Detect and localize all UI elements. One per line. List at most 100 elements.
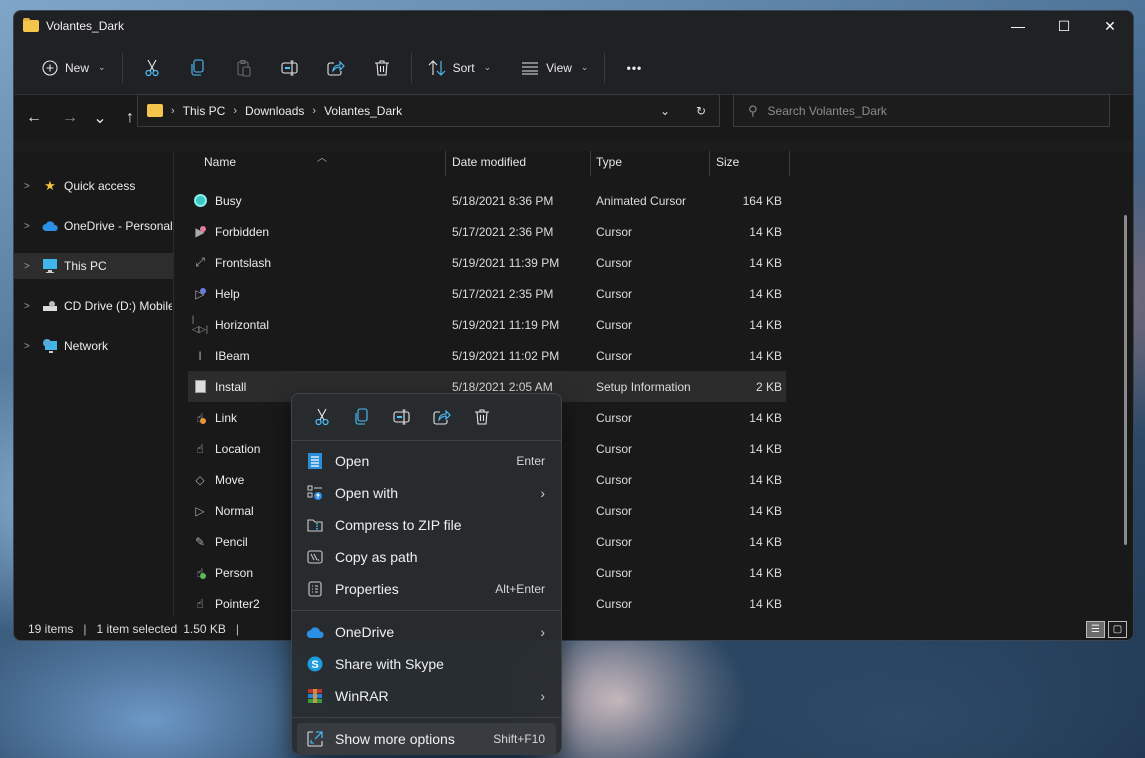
- column-header-size[interactable]: Size: [716, 155, 739, 169]
- breadcrumb-this-pc[interactable]: This PC: [183, 104, 226, 118]
- context-item-properties[interactable]: Properties Alt+Enter: [292, 573, 561, 605]
- paste-button[interactable]: [221, 50, 267, 86]
- sidebar-item-label: CD Drive (D:) Mobile: [64, 299, 172, 313]
- rename-icon: [281, 59, 298, 76]
- context-item-open[interactable]: Open Enter: [292, 445, 561, 477]
- sidebar-item-onedrive-personal[interactable]: > OneDrive - Personal: [14, 213, 173, 239]
- file-name: Frontslash: [215, 255, 272, 270]
- window-title: Volantes_Dark: [46, 19, 125, 33]
- file-type: Cursor: [596, 255, 633, 270]
- setup-file-icon: [193, 380, 207, 394]
- details-view-button[interactable]: ☰: [1086, 621, 1105, 638]
- vertical-scrollbar[interactable]: [1124, 215, 1127, 545]
- breadcrumb-separator[interactable]: ›: [312, 105, 316, 117]
- breadcrumb-separator[interactable]: ›: [171, 105, 175, 117]
- large-icons-view-icon: ▢: [1112, 624, 1123, 635]
- context-menu: Open Enter Open with › Compress to ZIP file C…: [291, 393, 562, 755]
- large-icons-view-button[interactable]: ▢: [1108, 621, 1127, 638]
- file-size: 14 KB: [749, 224, 782, 239]
- chevron-right-icon[interactable]: >: [24, 301, 42, 312]
- context-item-share-with-skype[interactable]: S Share with Skype: [292, 648, 561, 680]
- toolbar-divider: [410, 52, 412, 83]
- status-divider: |: [83, 621, 87, 636]
- refresh-icon[interactable]: ↻: [683, 104, 719, 118]
- location-cursor-icon: ☝: [196, 441, 204, 456]
- see-more-button[interactable]: •••: [611, 50, 657, 86]
- context-divider: [292, 717, 561, 718]
- file-row[interactable]: ⤢ Frontslash 5/19/2021 11:39 PM Cursor 14 KB: [188, 247, 786, 278]
- copy-path-icon: [306, 548, 324, 566]
- sidebar-item-cd-drive-d-mobile[interactable]: > CD Drive (D:) Mobile: [14, 293, 173, 319]
- column-divider[interactable]: [789, 151, 790, 176]
- context-copy-button[interactable]: [342, 401, 382, 433]
- maximize-button[interactable]: ☐: [1041, 11, 1087, 41]
- context-item-shortcut: Enter: [516, 454, 545, 468]
- recent-locations-button[interactable]: ⌄: [85, 103, 115, 133]
- back-button[interactable]: ←: [19, 103, 49, 133]
- chevron-down-icon: ⌄: [93, 110, 107, 127]
- column-divider[interactable]: [709, 151, 710, 176]
- chevron-right-icon[interactable]: >: [24, 181, 42, 192]
- sort-icon: [428, 59, 445, 76]
- file-row[interactable]: I IBeam 5/19/2021 11:02 PM Cursor 14 KB: [188, 340, 786, 371]
- address-history-chevron-icon[interactable]: ⌄: [647, 104, 683, 118]
- file-size: 14 KB: [749, 348, 782, 363]
- context-share-button[interactable]: [422, 401, 462, 433]
- forward-button[interactable]: →: [55, 103, 85, 133]
- file-name: Busy: [215, 193, 242, 208]
- context-item-open-with[interactable]: Open with ›: [292, 477, 561, 509]
- file-size: 14 KB: [749, 565, 782, 580]
- file-size: 14 KB: [749, 534, 782, 549]
- context-item-show-more-options[interactable]: Show more options Shift+F10: [297, 723, 556, 755]
- column-divider[interactable]: [445, 151, 446, 176]
- context-rename-button[interactable]: [382, 401, 422, 433]
- chevron-right-icon[interactable]: >: [24, 341, 42, 352]
- context-item-winrar[interactable]: WinRAR ›: [292, 680, 561, 712]
- context-item-copy-as-path[interactable]: Copy as path: [292, 541, 561, 573]
- sidebar-item-this-pc[interactable]: > This PC: [14, 253, 173, 279]
- share-button[interactable]: [313, 50, 359, 86]
- file-type: Cursor: [596, 286, 633, 301]
- rename-button[interactable]: [267, 50, 313, 86]
- close-button[interactable]: ✕: [1087, 11, 1133, 41]
- view-button[interactable]: View ⌄: [511, 50, 598, 86]
- cut-button[interactable]: [129, 50, 175, 86]
- file-row[interactable]: |◁▷| Horizontal 5/19/2021 11:19 PM Cursor 14…: [188, 309, 786, 340]
- column-header-date[interactable]: Date modified: [452, 155, 526, 169]
- breadcrumb-separator[interactable]: ›: [233, 105, 237, 117]
- toolbar-divider: [121, 52, 123, 83]
- minimize-button[interactable]: —: [995, 11, 1041, 41]
- chevron-right-icon[interactable]: >: [24, 221, 42, 232]
- delete-button[interactable]: [359, 50, 405, 86]
- sidebar-item-network[interactable]: > Network: [14, 333, 173, 359]
- address-bar[interactable]: › This PC › Downloads › Volantes_Dark ⌄ …: [137, 94, 720, 127]
- file-row[interactable]: ▷ Help 5/17/2021 2:35 PM Cursor 14 KB: [188, 278, 786, 309]
- sort-button[interactable]: Sort ⌄: [418, 50, 502, 86]
- onedrive-icon: [306, 623, 324, 641]
- context-quick-actions: [292, 394, 561, 441]
- folder-icon: [147, 104, 163, 117]
- search-input[interactable]: [767, 103, 1088, 118]
- chevron-right-icon[interactable]: >: [24, 261, 42, 272]
- sidebar-item-quick-access[interactable]: > ★ Quick access: [14, 173, 173, 199]
- breadcrumb-downloads[interactable]: Downloads: [245, 104, 304, 118]
- new-button[interactable]: New ⌄: [32, 50, 116, 86]
- context-item-compress-to-zip-file[interactable]: Compress to ZIP file: [292, 509, 561, 541]
- copy-button[interactable]: [175, 50, 221, 86]
- arrow-up-icon: ↑: [126, 109, 134, 126]
- context-delete-button[interactable]: [462, 401, 502, 433]
- status-bar: 19 items | 1 item selected 1.50 KB | ☰ ▢: [14, 617, 1133, 640]
- context-item-onedrive[interactable]: OneDrive ›: [292, 616, 561, 648]
- file-row[interactable]: ▶ Forbidden 5/17/2021 2:36 PM Cursor 14 KB: [188, 216, 786, 247]
- person-cursor-icon: ☝: [193, 566, 207, 580]
- context-cut-button[interactable]: [302, 401, 342, 433]
- context-item-label: Open with: [335, 485, 399, 501]
- search-box[interactable]: ⚲: [733, 94, 1110, 127]
- breadcrumb-volantes-dark[interactable]: Volantes_Dark: [324, 104, 402, 118]
- column-divider[interactable]: [590, 151, 591, 176]
- column-header-type[interactable]: Type: [596, 155, 622, 169]
- file-date: 5/19/2021 11:39 PM: [452, 255, 560, 270]
- column-header-name[interactable]: Name: [204, 155, 236, 169]
- file-row[interactable]: Busy 5/18/2021 8:36 PM Animated Cursor 164 …: [188, 185, 786, 216]
- skype-icon: S: [306, 655, 324, 673]
